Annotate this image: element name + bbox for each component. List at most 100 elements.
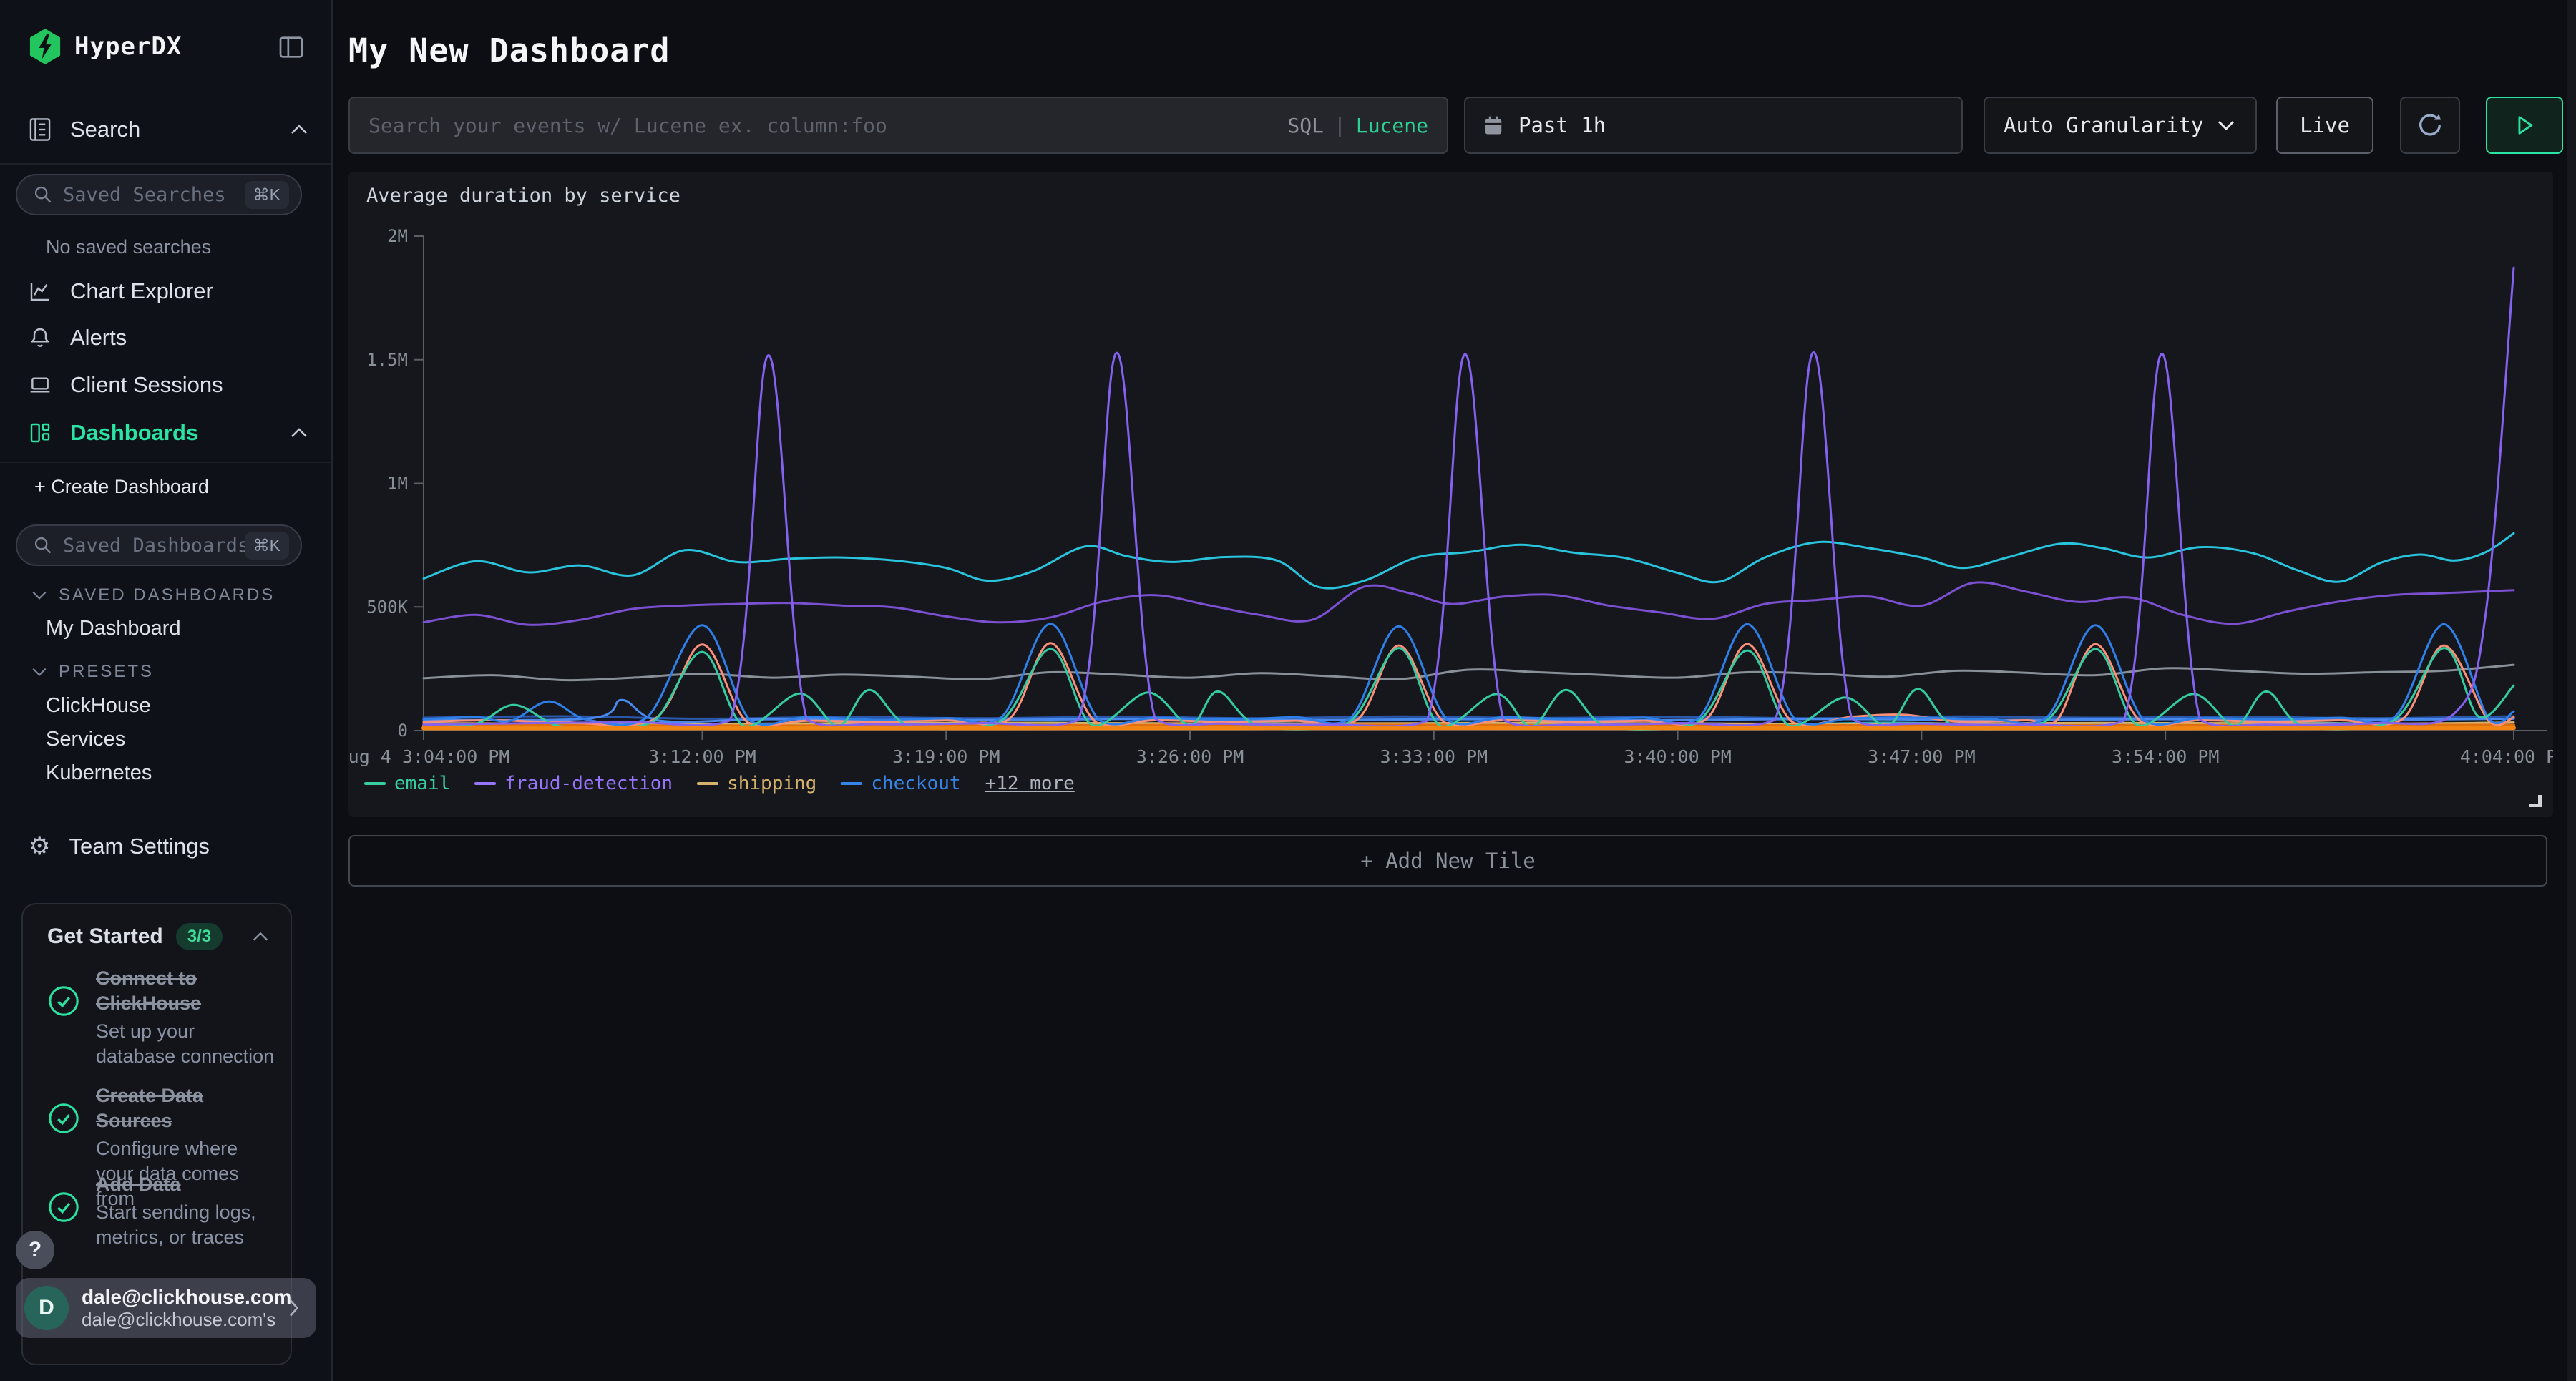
- checklist-item[interactable]: Connect to ClickHouse Set up your databa…: [47, 966, 276, 1069]
- divider: [0, 462, 331, 463]
- progress-badge: 3/3: [176, 923, 223, 950]
- sidebar-item-label: Client Sessions: [70, 372, 223, 398]
- presets-section-header[interactable]: PRESETS: [30, 662, 154, 682]
- legend-item-email[interactable]: email: [364, 773, 450, 794]
- sidebar-item-clickhouse[interactable]: ClickHouse: [46, 694, 151, 718]
- event-search-input[interactable]: [369, 114, 1287, 137]
- hyperdx-logo-icon: [29, 29, 62, 64]
- sidebar-collapse-icon[interactable]: [277, 33, 306, 62]
- refresh-icon: [2416, 111, 2444, 140]
- chevron-down-icon: [30, 589, 49, 602]
- legend-swatch: [474, 782, 496, 785]
- sql-mode-toggle[interactable]: SQL: [1287, 114, 1324, 137]
- line-chart: 2M1.5M1M500K0Aug 4 3:04:00 PM3:12:00 PM3…: [348, 172, 2553, 817]
- chevron-down-icon: [30, 665, 49, 678]
- checklist-item-title: Create Data Sources: [96, 1083, 276, 1133]
- chart-legend: email fraud-detection shipping checkout …: [364, 773, 1075, 794]
- sidebar-item-label: Alerts: [70, 325, 127, 351]
- checklist-item-desc: Start sending logs, metrics, or traces: [96, 1200, 276, 1250]
- svg-text:3:26:00 PM: 3:26:00 PM: [1136, 746, 1244, 767]
- sidebar-item-alerts[interactable]: Alerts: [29, 322, 310, 353]
- chevron-up-icon: [288, 122, 310, 137]
- shortcut-badge: ⌘K: [245, 181, 289, 209]
- divider: [0, 163, 331, 165]
- time-range-picker[interactable]: Past 1h: [1464, 97, 1963, 154]
- svg-text:2M: 2M: [387, 226, 408, 246]
- sidebar-item-chart-explorer[interactable]: Chart Explorer: [29, 275, 310, 307]
- scrollbar[interactable]: [2567, 0, 2576, 1381]
- section-label: SAVED DASHBOARDS: [59, 585, 275, 605]
- tile-resize-handle[interactable]: [2529, 795, 2542, 807]
- legend-swatch: [841, 782, 862, 785]
- sidebar-item-search[interactable]: Search: [29, 113, 310, 146]
- saved-dashboards-input[interactable]: ⌘K: [16, 524, 302, 566]
- laptop-icon: [29, 374, 52, 396]
- chart-tile[interactable]: Average duration by service 2M1.5M1M500K…: [348, 172, 2553, 817]
- sidebar-item-my-dashboard[interactable]: My Dashboard: [46, 617, 181, 640]
- shortcut-badge: ⌘K: [245, 532, 289, 560]
- lucene-mode-toggle[interactable]: Lucene: [1356, 114, 1428, 137]
- legend-item-shipping[interactable]: shipping: [697, 773, 816, 794]
- checklist-item[interactable]: Add Data Start sending logs, metrics, or…: [47, 1172, 276, 1250]
- check-circle-icon: [47, 1191, 80, 1224]
- create-dashboard-button[interactable]: + Create Dashboard: [34, 476, 209, 498]
- sidebar-item-dashboards[interactable]: Dashboards: [29, 417, 310, 449]
- time-range-value: Past 1h: [1518, 113, 1606, 137]
- event-search-bar[interactable]: SQL | Lucene: [348, 97, 1448, 154]
- help-button[interactable]: ?: [16, 1231, 54, 1269]
- legend-swatch: [697, 782, 718, 785]
- sidebar-item-kubernetes[interactable]: Kubernetes: [46, 761, 152, 785]
- granularity-value: Auto Granularity: [2004, 113, 2203, 137]
- check-circle-icon: [47, 985, 80, 1018]
- check-circle-icon: [47, 1102, 80, 1135]
- refresh-button[interactable]: [2400, 97, 2460, 154]
- legend-label: fraud-detection: [504, 773, 673, 794]
- saved-dashboards-section-header[interactable]: SAVED DASHBOARDS: [30, 585, 275, 605]
- granularity-select[interactable]: Auto Granularity: [1984, 97, 2257, 154]
- logo-row[interactable]: HyperDX: [29, 29, 310, 64]
- legend-item-checkout[interactable]: checkout: [841, 773, 960, 794]
- mode-divider: |: [1334, 114, 1346, 137]
- live-button[interactable]: Live: [2276, 97, 2373, 154]
- saved-dashboards-field[interactable]: [63, 535, 245, 557]
- page-title: My New Dashboard: [348, 31, 670, 69]
- legend-item-fraud-detection[interactable]: fraud-detection: [474, 773, 673, 794]
- legend-swatch: [364, 782, 386, 785]
- avatar: D: [24, 1286, 69, 1330]
- gear-icon: ⚙: [29, 834, 50, 859]
- legend-label: shipping: [727, 773, 816, 794]
- live-label: Live: [2300, 113, 2350, 137]
- chevron-right-icon: [285, 1297, 302, 1319]
- user-menu[interactable]: D dale@clickhouse.com dale@clickhouse.co…: [16, 1278, 316, 1338]
- svg-text:3:33:00 PM: 3:33:00 PM: [1380, 746, 1488, 767]
- svg-text:Aug 4 3:04:00 PM: Aug 4 3:04:00 PM: [348, 746, 509, 767]
- sidebar-item-label: Team Settings: [69, 834, 209, 859]
- svg-text:3:12:00 PM: 3:12:00 PM: [648, 746, 756, 767]
- saved-searches-input[interactable]: ⌘K: [16, 174, 302, 215]
- search-icon: [33, 535, 53, 555]
- legend-label: email: [394, 773, 450, 794]
- run-query-button[interactable]: [2486, 97, 2563, 154]
- section-label: PRESETS: [59, 662, 154, 682]
- sidebar-item-services[interactable]: Services: [46, 728, 125, 751]
- sidebar-item-client-sessions[interactable]: Client Sessions: [29, 369, 310, 401]
- get-started-title: Get Started: [47, 924, 163, 949]
- legend-more-link[interactable]: +12 more: [985, 773, 1075, 794]
- sidebar-item-label: Search: [70, 117, 140, 142]
- legend-label: checkout: [871, 773, 960, 794]
- bell-icon: [29, 326, 52, 350]
- user-email: dale@clickhouse.com: [82, 1286, 285, 1309]
- saved-searches-field[interactable]: [63, 184, 245, 206]
- sidebar-item-team-settings[interactable]: ⚙ Team Settings: [29, 830, 310, 863]
- chevron-up-icon: [250, 930, 270, 943]
- search-icon: [33, 185, 53, 205]
- sidebar-item-label: Dashboards: [70, 420, 198, 446]
- add-new-tile-button[interactable]: + Add New Tile: [348, 835, 2547, 887]
- chevron-up-icon: [288, 426, 310, 440]
- svg-text:3:54:00 PM: 3:54:00 PM: [2112, 746, 2220, 767]
- logo-text: HyperDX: [74, 32, 182, 61]
- checklist-item-desc: Set up your database connection: [96, 1019, 275, 1069]
- svg-text:3:19:00 PM: 3:19:00 PM: [892, 746, 1000, 767]
- get-started-header[interactable]: Get Started 3/3: [47, 923, 270, 950]
- calendar-icon: [1483, 114, 1504, 137]
